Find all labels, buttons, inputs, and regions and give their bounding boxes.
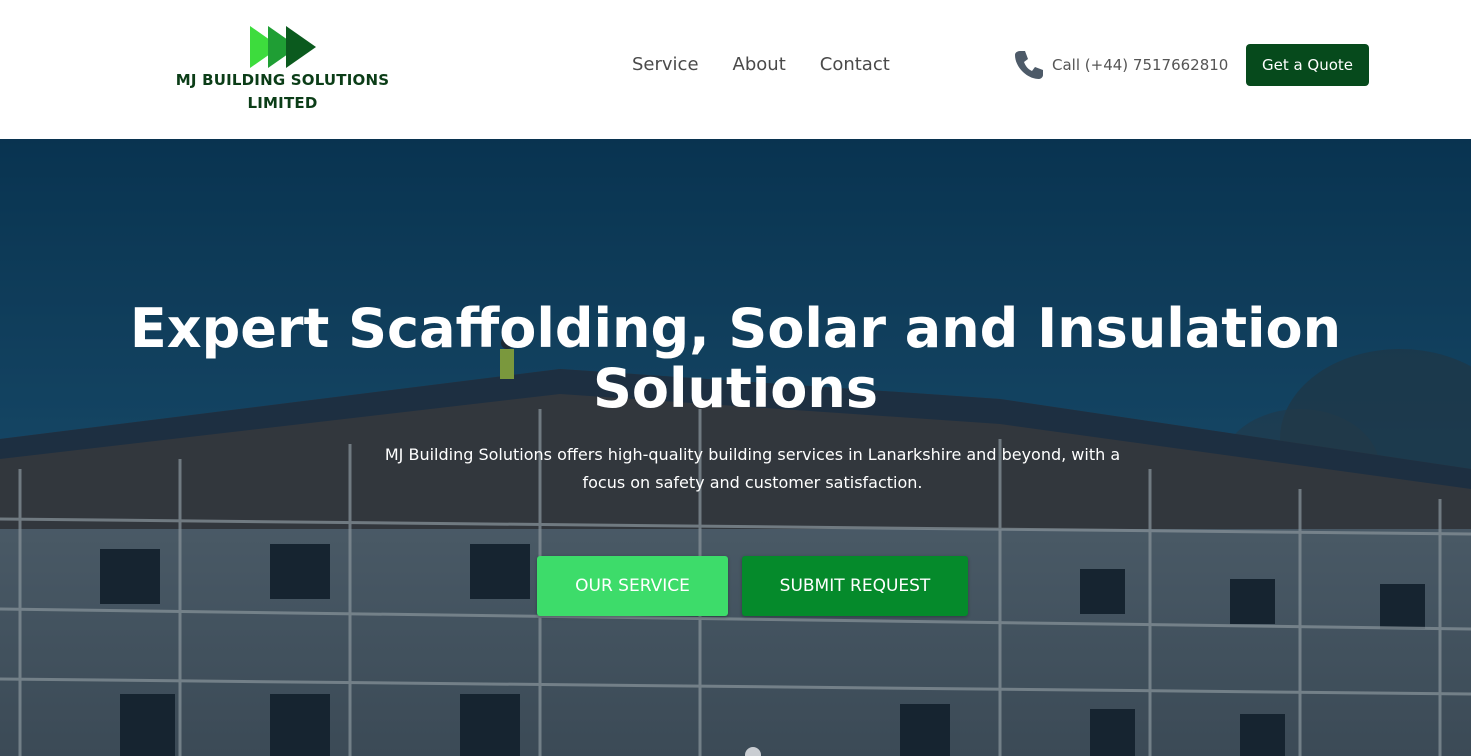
- main-nav: Service About Contact: [632, 54, 924, 75]
- hero-section: Expert Scaffolding, Solar and Insulation…: [0, 139, 1471, 756]
- phone-number-label: Call (+44) 7517662810: [1052, 56, 1229, 74]
- phone-contact[interactable]: Call (+44) 7517662810: [1013, 49, 1228, 81]
- phone-icon: [1015, 51, 1043, 79]
- brand-name-line2: LIMITED: [247, 94, 318, 112]
- get-quote-button[interactable]: Get a Quote: [1246, 44, 1369, 86]
- hero-subtitle: MJ Building Solutions offers high-qualit…: [384, 445, 1121, 492]
- nav-link-contact[interactable]: Contact: [820, 54, 890, 75]
- submit-request-button[interactable]: SUBMIT REQUEST: [742, 556, 968, 616]
- brand-logo[interactable]: MJ BUILDING SOLUTIONS LIMITED: [170, 22, 395, 117]
- scroll-indicator-dot[interactable]: [745, 747, 761, 756]
- logo-arrows-icon: [250, 26, 316, 68]
- nav-link-service[interactable]: Service: [632, 54, 699, 75]
- our-service-button[interactable]: OUR SERVICE: [537, 556, 728, 616]
- nav-link-about[interactable]: About: [733, 54, 786, 75]
- brand-name-line1: MJ BUILDING SOLUTIONS: [175, 71, 390, 89]
- site-header: MJ BUILDING SOLUTIONS LIMITED Service Ab…: [0, 0, 1471, 139]
- hero-title: Expert Scaffolding, Solar and Insulation…: [129, 297, 1342, 420]
